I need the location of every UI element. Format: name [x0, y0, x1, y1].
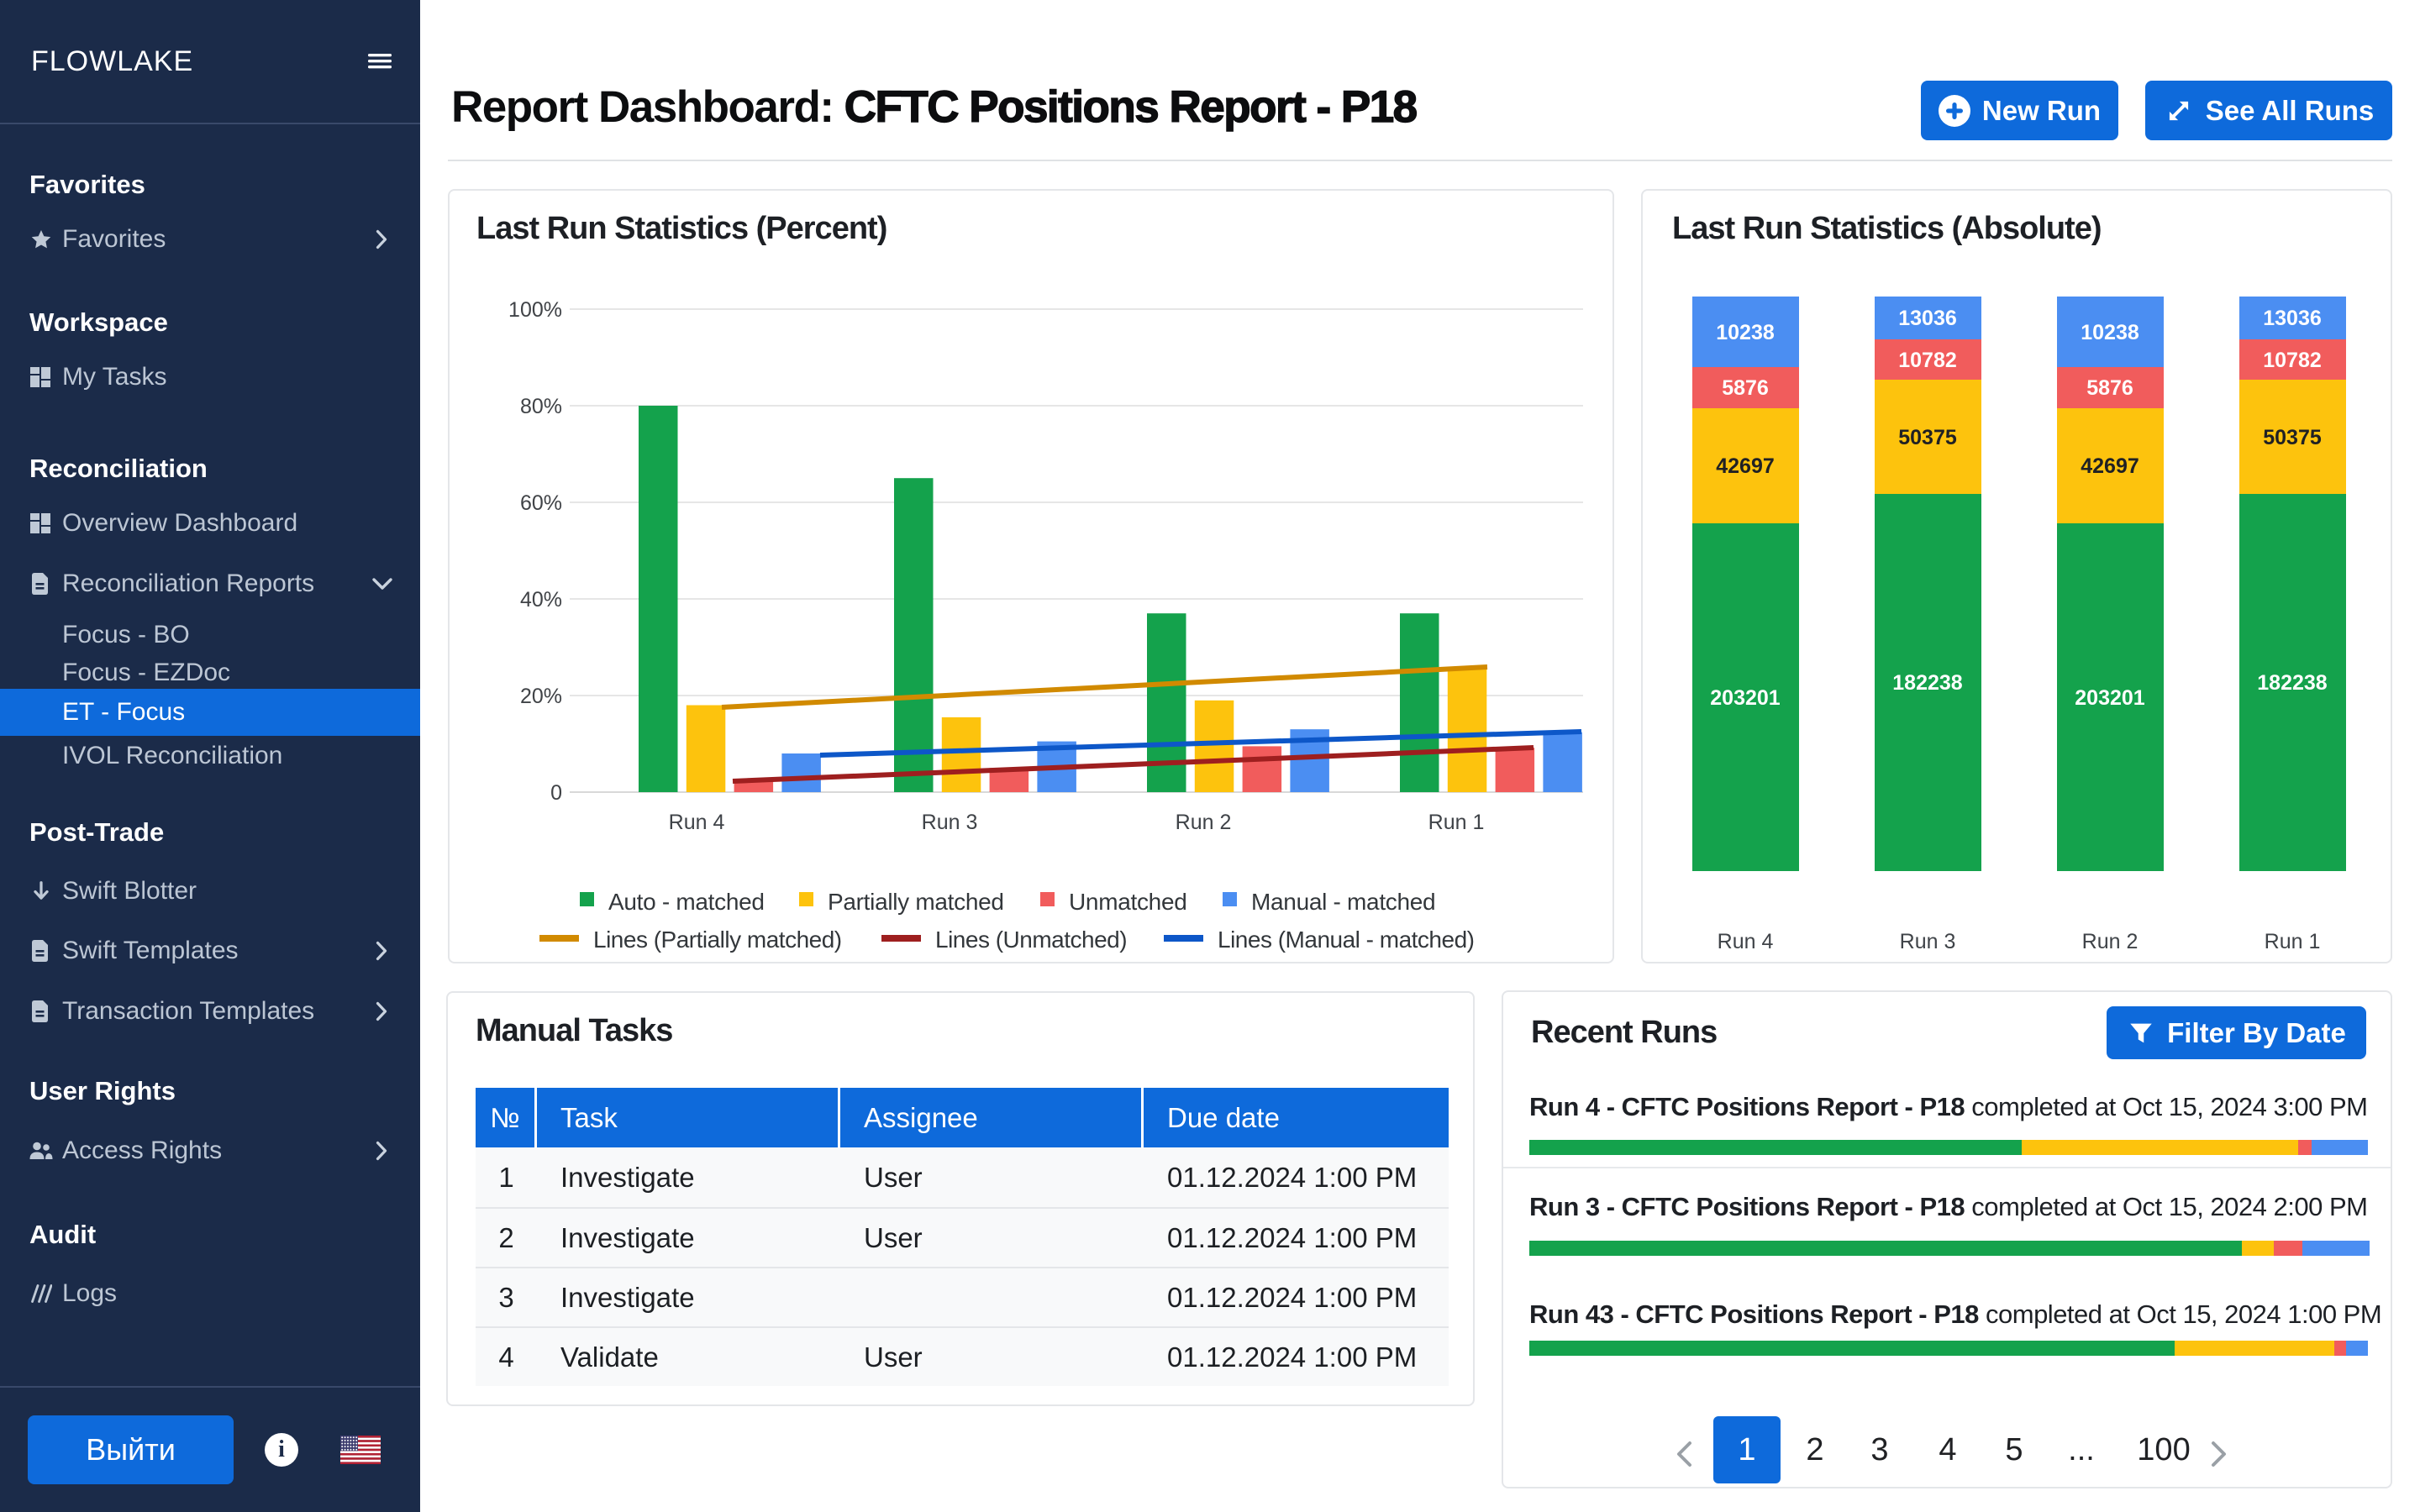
svg-text:Lines (Partially matched): Lines (Partially matched): [593, 927, 842, 953]
svg-text:10238: 10238: [2081, 321, 2139, 344]
svg-text:182238: 182238: [1892, 671, 1963, 695]
svg-text:80%: 80%: [520, 395, 562, 418]
svg-text:Run 2: Run 2: [1176, 811, 1232, 834]
svg-text:10782: 10782: [2263, 349, 2322, 372]
svg-text:Partially matched: Partially matched: [828, 889, 1004, 915]
svg-text:42697: 42697: [2081, 454, 2139, 478]
svg-text:Unmatched: Unmatched: [1069, 889, 1187, 915]
svg-text:100%: 100%: [508, 298, 562, 322]
svg-text:60%: 60%: [520, 491, 562, 515]
svg-text:13036: 13036: [2263, 307, 2322, 330]
svg-text:40%: 40%: [520, 588, 562, 612]
svg-text:Manual - matched: Manual - matched: [1251, 889, 1435, 915]
svg-text:Run 4: Run 4: [669, 811, 725, 834]
svg-text:Auto - matched: Auto - matched: [608, 889, 765, 915]
svg-text:Run 4: Run 4: [1718, 930, 1774, 953]
svg-text:182238: 182238: [2257, 671, 2328, 695]
svg-text:20%: 20%: [520, 685, 562, 708]
svg-text:203201: 203201: [2075, 686, 2145, 710]
svg-text:Run 1: Run 1: [2265, 930, 2321, 953]
svg-text:42697: 42697: [1716, 454, 1775, 478]
svg-text:203201: 203201: [1710, 686, 1781, 710]
svg-text:5876: 5876: [2086, 376, 2133, 400]
svg-text:13036: 13036: [1898, 307, 1957, 330]
svg-text:Run 3: Run 3: [1900, 930, 1956, 953]
svg-text:Run 3: Run 3: [922, 811, 978, 834]
svg-text:0: 0: [550, 781, 562, 805]
svg-text:10238: 10238: [1716, 321, 1775, 344]
svg-text:10782: 10782: [1898, 349, 1957, 372]
svg-text:Run 1: Run 1: [1428, 811, 1485, 834]
svg-text:Lines (Unmatched): Lines (Unmatched): [935, 927, 1127, 953]
svg-text:Run 2: Run 2: [2082, 930, 2139, 953]
svg-text:50375: 50375: [2263, 426, 2322, 449]
svg-text:50375: 50375: [1898, 426, 1957, 449]
svg-text:Lines (Manual - matched): Lines (Manual - matched): [1218, 927, 1474, 953]
svg-text:5876: 5876: [1722, 376, 1769, 400]
